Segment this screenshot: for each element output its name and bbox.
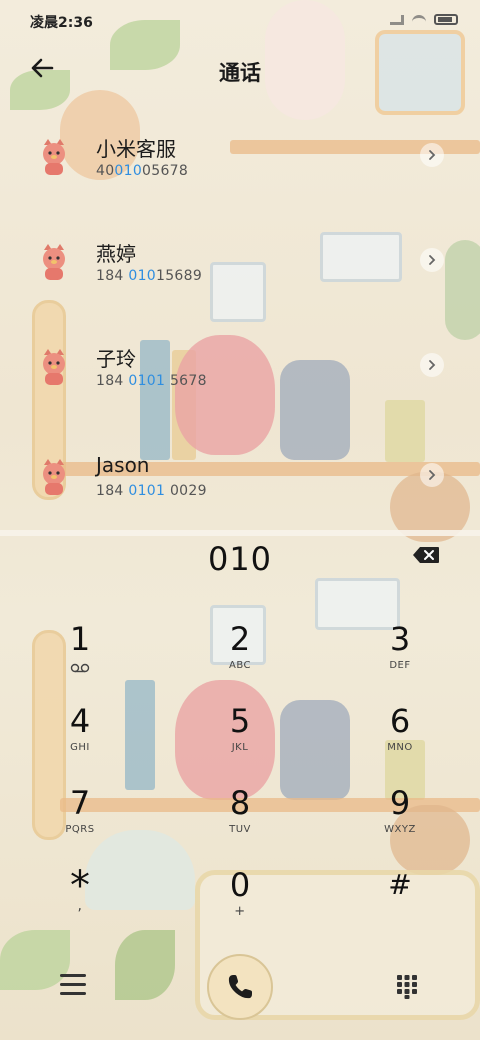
- number-prefix: 184: [96, 483, 129, 499]
- contact-detail-button[interactable]: [420, 463, 444, 487]
- key-digit: 6: [389, 702, 411, 740]
- key-9[interactable]: 9 WXYZ: [340, 784, 460, 854]
- key-5[interactable]: 5 JKL: [180, 702, 300, 772]
- number-suffix: 15689: [156, 268, 203, 284]
- key-digit: #: [388, 868, 412, 901]
- contact-avatar: [43, 459, 65, 495]
- key-digit: 9: [389, 784, 411, 822]
- page-title: 通话: [219, 61, 261, 85]
- contact-detail-button[interactable]: [420, 143, 444, 167]
- contact-name: 燕婷: [96, 242, 136, 266]
- key-2[interactable]: 2 ABC: [180, 620, 300, 690]
- call-button[interactable]: [207, 954, 273, 1020]
- key-letters: TUV: [229, 824, 251, 835]
- key-digit: 4: [69, 702, 91, 740]
- key-3[interactable]: 3 DEF: [340, 620, 460, 690]
- key-star[interactable]: * ,: [20, 866, 140, 936]
- key-7[interactable]: 7 PQRS: [20, 784, 140, 854]
- key-digit: 7: [69, 784, 91, 822]
- key-letters: ABC: [228, 660, 251, 671]
- number-match-highlight: 010: [128, 268, 156, 284]
- key-hash[interactable]: #: [340, 866, 460, 936]
- key-0[interactable]: 0 +: [180, 866, 300, 936]
- key-1[interactable]: 1: [20, 620, 140, 690]
- contact-row[interactable]: 子玲 184 0101 5678: [0, 325, 480, 415]
- menu-icon: [60, 974, 86, 995]
- key-digit: 8: [229, 784, 251, 822]
- number-suffix: 5678: [165, 373, 207, 389]
- status-time: 凌晨2:36: [30, 15, 93, 31]
- contact-number: 184 0101 0029: [96, 483, 207, 499]
- number-prefix: 40: [96, 163, 115, 179]
- battery-icon: [434, 14, 458, 25]
- key-letters: PQRS: [65, 824, 95, 835]
- bottom-action-bar: [0, 950, 480, 1030]
- contact-number: 4001005678: [96, 163, 188, 179]
- number-match-highlight: 0101: [128, 373, 166, 389]
- dialed-number: 010: [207, 540, 273, 578]
- panel-divider: [0, 530, 480, 536]
- menu-button[interactable]: [60, 974, 86, 996]
- status-icons: [390, 14, 458, 25]
- chevron-right-icon: [429, 360, 436, 370]
- header: 通话: [0, 48, 480, 92]
- contact-avatar: [43, 244, 65, 280]
- key-4[interactable]: 4 GHI: [20, 702, 140, 772]
- chevron-right-icon: [429, 255, 436, 265]
- number-match-highlight: 0101: [128, 483, 166, 499]
- contact-name: Jason: [96, 453, 150, 477]
- wifi-icon: [412, 14, 426, 25]
- key-letters: DEF: [389, 660, 411, 671]
- chevron-right-icon: [429, 150, 436, 160]
- phone-icon: [228, 975, 252, 999]
- dial-display: 010: [0, 538, 480, 582]
- number-prefix: 184: [96, 268, 129, 284]
- backspace-button[interactable]: [412, 546, 440, 564]
- key-letters: GHI: [70, 742, 90, 753]
- key-8[interactable]: 8 TUV: [180, 784, 300, 854]
- contact-name: 子玲: [96, 347, 136, 371]
- number-prefix: 184: [96, 373, 129, 389]
- key-letters: WXYZ: [384, 824, 416, 835]
- number-match-highlight: 010: [114, 163, 143, 179]
- dialpad-icon: [397, 975, 417, 999]
- contact-number: 184 0101 5678: [96, 373, 207, 389]
- key-digit: 3: [389, 620, 411, 658]
- key-letters: ,: [77, 898, 83, 914]
- key-digit: 2: [229, 620, 251, 658]
- number-suffix: 0029: [165, 483, 207, 499]
- key-digit: 5: [229, 702, 251, 740]
- contact-detail-button[interactable]: [420, 248, 444, 272]
- key-letters: +: [234, 904, 246, 919]
- key-digit: 1: [69, 620, 91, 658]
- contact-row[interactable]: 小米客服 4001005678: [0, 115, 480, 205]
- dialpad-toggle-button[interactable]: [396, 974, 418, 1000]
- contact-name: 小米客服: [96, 137, 176, 161]
- contact-number: 184 01015689: [96, 268, 202, 284]
- backspace-icon: [413, 547, 439, 563]
- contact-row[interactable]: Jason 184 0101 0029: [0, 435, 480, 525]
- contact-avatar: [43, 349, 65, 385]
- status-bar: 凌晨2:36: [0, 0, 480, 40]
- contact-detail-button[interactable]: [420, 353, 444, 377]
- voicemail-icon: [70, 663, 90, 673]
- signal-icon: [390, 14, 404, 25]
- chevron-right-icon: [429, 470, 436, 480]
- key-letters: MNO: [387, 742, 413, 753]
- contact-avatar: [43, 139, 65, 175]
- number-suffix: 05678: [142, 163, 189, 179]
- contact-row[interactable]: 燕婷 184 01015689: [0, 220, 480, 310]
- key-digit: 0: [229, 866, 251, 904]
- key-letters: JKL: [231, 742, 249, 753]
- key-6[interactable]: 6 MNO: [340, 702, 460, 772]
